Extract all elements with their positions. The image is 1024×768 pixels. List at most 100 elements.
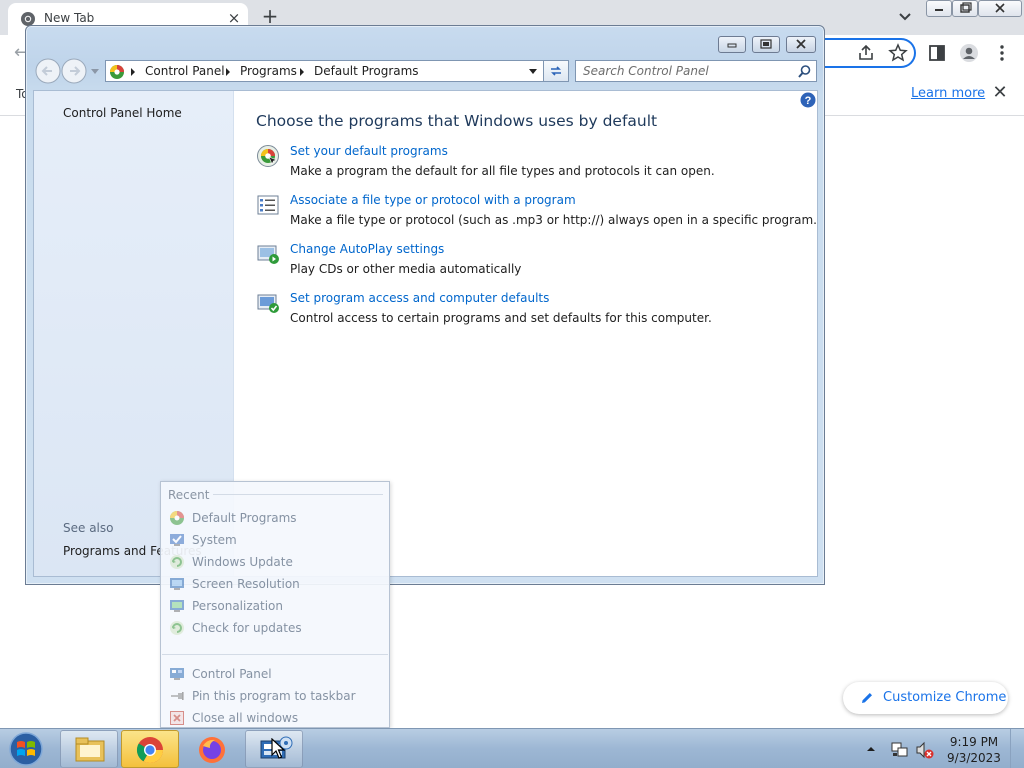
mouse-cursor-icon [271,738,285,759]
network-icon[interactable] [890,740,910,760]
side-panel-icon[interactable] [926,42,948,64]
default-programs-icon [170,511,184,525]
autoplay-settings-link[interactable]: Change AutoPlay settings [290,242,444,256]
bookmark-star-icon[interactable] [887,42,909,64]
check-updates-icon [170,621,184,635]
program-access-link[interactable]: Set program access and computer defaults [290,291,549,305]
chrome-window-controls [926,0,1024,18]
chrome-minimize-button[interactable] [926,0,952,17]
info-bar-close-icon[interactable]: ✕ [990,83,1010,103]
jump-list-task-label: Close all windows [192,711,299,725]
start-button[interactable] [6,731,46,767]
taskbar: 9:19 PM 9/3/2023 [0,728,1024,768]
breadcrumb-separator-icon[interactable] [300,68,304,76]
search-icon[interactable] [797,64,812,79]
task-set-default-programs: Set your default programs Make a program… [256,144,796,184]
set-default-programs-link[interactable]: Set your default programs [290,144,448,158]
jump-list-item[interactable]: Screen Resolution [169,574,383,594]
jump-list-item-label: Personalization [192,599,283,613]
default-programs-icon [257,145,279,167]
associate-file-type-description: Make a file type or protocol (such as .m… [290,213,817,227]
profile-avatar-icon[interactable] [958,42,980,64]
breadcrumb-separator-icon[interactable] [226,68,230,76]
address-dropdown-icon[interactable] [529,69,537,74]
jump-list-task[interactable]: Control Panel [169,664,383,684]
pin-icon [171,692,184,700]
taskbar-chrome[interactable] [121,730,179,768]
system-tray [866,740,936,760]
address-bar[interactable]: Control Panel Programs Default Programs [105,60,567,82]
chevron-down-icon[interactable] [894,6,916,28]
breadcrumb-programs[interactable]: Programs [240,64,297,78]
search-control-panel[interactable]: Search Control Panel [575,60,817,82]
jump-list-item[interactable]: Check for updates [169,618,383,638]
close-windows-icon [170,711,184,725]
taskbar-jump-list: Recent Default Programs System Windows U… [160,481,390,728]
control-panel-window: Control Panel Programs Default Programs … [25,25,825,585]
breadcrumb-default-programs[interactable]: Default Programs [314,64,419,78]
minimize-button[interactable] [718,36,746,53]
jump-list-item-label: Default Programs [192,511,297,525]
maximize-button[interactable] [752,36,780,53]
jump-list-recent-heading: Recent [168,488,210,502]
help-icon[interactable]: ? [800,92,816,108]
file-explorer-icon [75,737,105,762]
content-pane: Control Panel Home See also Programs and… [33,90,818,577]
control-panel-home-link[interactable]: Control Panel Home [63,106,182,120]
chrome-icon [136,737,164,764]
jump-list-task-label: Control Panel [192,667,272,681]
jump-list-item[interactable]: Default Programs [169,508,383,528]
customize-chrome-label: Customize Chrome [883,690,1007,705]
svg-text:?: ? [805,95,812,107]
personalization-icon [170,600,184,612]
refresh-icon [551,66,561,76]
breadcrumb-control-panel[interactable]: Control Panel [145,64,225,78]
chrome-close-button[interactable] [978,0,1022,17]
jump-list-item[interactable]: Personalization [169,596,383,616]
clock-time[interactable]: 9:19 PM [946,735,1002,749]
screen-resolution-icon [170,578,184,590]
jump-list-task[interactable]: Pin this program to taskbar [169,686,383,706]
jump-list-task-label: Pin this program to taskbar [192,689,356,703]
control-panel-icon [110,65,124,79]
recent-pages-chevron-icon[interactable] [91,69,99,75]
clock-date[interactable]: 9/3/2023 [946,751,1002,765]
associate-file-type-link[interactable]: Associate a file type or protocol with a… [290,193,576,207]
firefox-icon [199,737,225,763]
chrome-tab-title: New Tab [44,11,95,25]
volume-muted-icon[interactable] [914,740,934,760]
taskbar-file-explorer[interactable] [60,730,118,768]
autoplay-settings-description: Play CDs or other media automatically [290,262,522,276]
back-forward-buttons[interactable] [35,58,89,84]
jump-list-separator [162,654,388,655]
close-button[interactable] [786,36,816,53]
chrome-restore-button[interactable] [952,0,978,17]
refresh-button[interactable] [543,60,569,82]
set-default-programs-description: Make a program the default for all file … [290,164,715,178]
show-desktop-button[interactable] [1010,729,1024,768]
jump-list-item-label: Screen Resolution [192,577,300,591]
customize-chrome-button[interactable]: Customize Chrome [843,682,1008,714]
jump-list-item[interactable]: System [169,530,383,550]
windows-update-icon [170,555,184,569]
jump-list-task[interactable]: Close all windows [169,708,383,728]
taskbar-firefox[interactable] [183,730,241,768]
task-program-access: Set program access and computer defaults… [256,291,796,331]
task-associate-file-type: Associate a file type or protocol with a… [256,193,817,233]
pencil-icon [862,693,872,703]
jump-list-divider [213,494,383,495]
kebab-menu-icon[interactable] [991,42,1013,64]
share-icon[interactable] [855,42,877,64]
jump-list-item[interactable]: Windows Update [169,552,383,572]
task-autoplay-settings: Change AutoPlay settings Play CDs or oth… [256,242,796,282]
program-access-icon [257,294,279,313]
file-association-icon [257,195,279,215]
control-panel-icon [170,668,184,680]
autoplay-icon [257,245,279,264]
learn-more-link[interactable]: Learn more [911,86,985,101]
breadcrumb-separator-icon[interactable] [131,68,135,76]
see-also-heading: See also [63,521,114,535]
search-placeholder: Search Control Panel [583,64,709,78]
jump-list-item-label: Windows Update [192,555,293,569]
show-hidden-icons-icon[interactable] [866,744,876,754]
